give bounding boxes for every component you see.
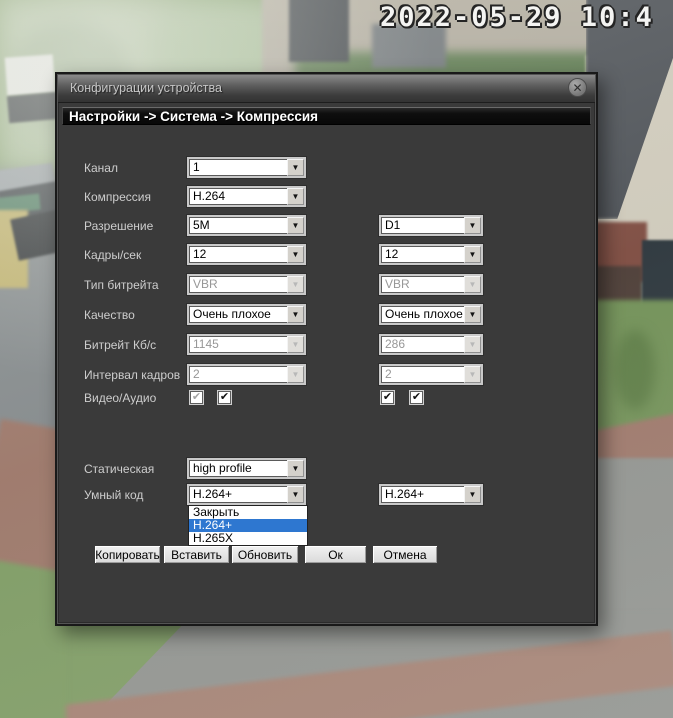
main-audio-checkbox[interactable]: ✔ — [218, 391, 231, 404]
chevron-down-icon[interactable]: ▼ — [464, 217, 481, 234]
check-icon: ✔ — [412, 392, 421, 403]
chevron-down-icon[interactable]: ▼ — [464, 246, 481, 263]
label-resolution: Разрешение — [84, 219, 153, 233]
dropdown-option-h265x[interactable]: H.265X — [189, 532, 307, 545]
compression-select[interactable]: H.264 ▼ — [187, 186, 306, 207]
frame-interval-main-select: 2 ▼ — [187, 364, 306, 385]
close-icon: ✕ — [572, 82, 582, 94]
chevron-down-icon[interactable]: ▼ — [287, 217, 304, 234]
label-video-audio: Видео/Аудио — [84, 391, 156, 405]
chevron-down-icon[interactable]: ▼ — [287, 188, 304, 205]
label-fps: Кадры/сек — [84, 248, 141, 262]
chevron-down-icon: ▼ — [464, 276, 481, 293]
label-channel: Канал — [84, 161, 118, 175]
copy-button[interactable]: Копировать — [94, 545, 161, 564]
bitrate-main-select: 1145 ▼ — [187, 334, 306, 355]
label-static-profile: Статическая — [84, 462, 154, 476]
label-compression: Компрессия — [84, 190, 151, 204]
resolution-sub-select[interactable]: D1 ▼ — [379, 215, 483, 236]
label-smart-code: Умный код — [84, 488, 143, 502]
dialog-titlebar[interactable]: Конфигурации устройства ✕ — [58, 75, 595, 103]
chevron-down-icon: ▼ — [287, 366, 304, 383]
chevron-down-icon[interactable]: ▼ — [287, 486, 304, 503]
chevron-down-icon[interactable]: ▼ — [287, 306, 304, 323]
close-button[interactable]: ✕ — [568, 78, 587, 97]
refresh-button[interactable]: Обновить — [231, 545, 299, 564]
fps-sub-select[interactable]: 12 ▼ — [379, 244, 483, 265]
fps-main-select[interactable]: 12 ▼ — [187, 244, 306, 265]
bitrate-type-main-select: VBR ▼ — [187, 274, 306, 295]
quality-main-select[interactable]: Очень плохое ▼ — [187, 304, 306, 325]
label-bitrate-type: Тип битрейта — [84, 278, 159, 292]
chevron-down-icon: ▼ — [287, 336, 304, 353]
bitrate-type-sub-select: VBR ▼ — [379, 274, 483, 295]
sub-video-checkbox[interactable]: ✔ — [381, 391, 394, 404]
check-icon: ✔ — [383, 392, 392, 403]
bitrate-sub-select: 286 ▼ — [379, 334, 483, 355]
paste-button[interactable]: Вставить — [163, 545, 230, 564]
smart-code-main-select[interactable]: H.264+ ▼ — [187, 484, 306, 505]
label-quality: Качество — [84, 308, 135, 322]
chevron-down-icon[interactable]: ▼ — [287, 246, 304, 263]
quality-sub-select[interactable]: Очень плохое ▼ — [379, 304, 483, 325]
resolution-main-select[interactable]: 5M ▼ — [187, 215, 306, 236]
frame-interval-sub-select: 2 ▼ — [379, 364, 483, 385]
channel-select[interactable]: 1 ▼ — [187, 157, 306, 178]
device-config-dialog: Конфигурации устройства ✕ Настройки -> С… — [55, 72, 598, 626]
chevron-down-icon[interactable]: ▼ — [287, 460, 304, 477]
chevron-down-icon: ▼ — [464, 366, 481, 383]
label-bitrate: Битрейт Кб/с — [84, 338, 156, 352]
static-profile-select[interactable]: high profile ▼ — [187, 458, 306, 479]
chevron-down-icon[interactable]: ▼ — [464, 486, 481, 503]
sub-audio-checkbox[interactable]: ✔ — [410, 391, 423, 404]
label-frame-interval: Интервал кадров — [84, 368, 180, 382]
chevron-down-icon: ▼ — [287, 276, 304, 293]
chevron-down-icon[interactable]: ▼ — [464, 306, 481, 323]
smart-code-dropdown-list: Закрыть H.264+ H.265X — [188, 505, 308, 546]
ok-button[interactable]: Ок — [304, 545, 367, 564]
main-video-checkbox: ✔ — [190, 391, 203, 404]
chevron-down-icon[interactable]: ▼ — [287, 159, 304, 176]
chevron-down-icon: ▼ — [464, 336, 481, 353]
breadcrumb: Настройки -> Система -> Компрессия — [62, 107, 591, 125]
osd-timestamp: 2022-05-29 10:4 — [380, 2, 654, 33]
smart-code-sub-select[interactable]: H.264+ ▼ — [379, 484, 483, 505]
cancel-button[interactable]: Отмена — [372, 545, 438, 564]
check-icon: ✔ — [220, 392, 229, 403]
check-icon: ✔ — [192, 392, 201, 403]
dialog-title: Конфигурации устройства — [70, 81, 222, 95]
